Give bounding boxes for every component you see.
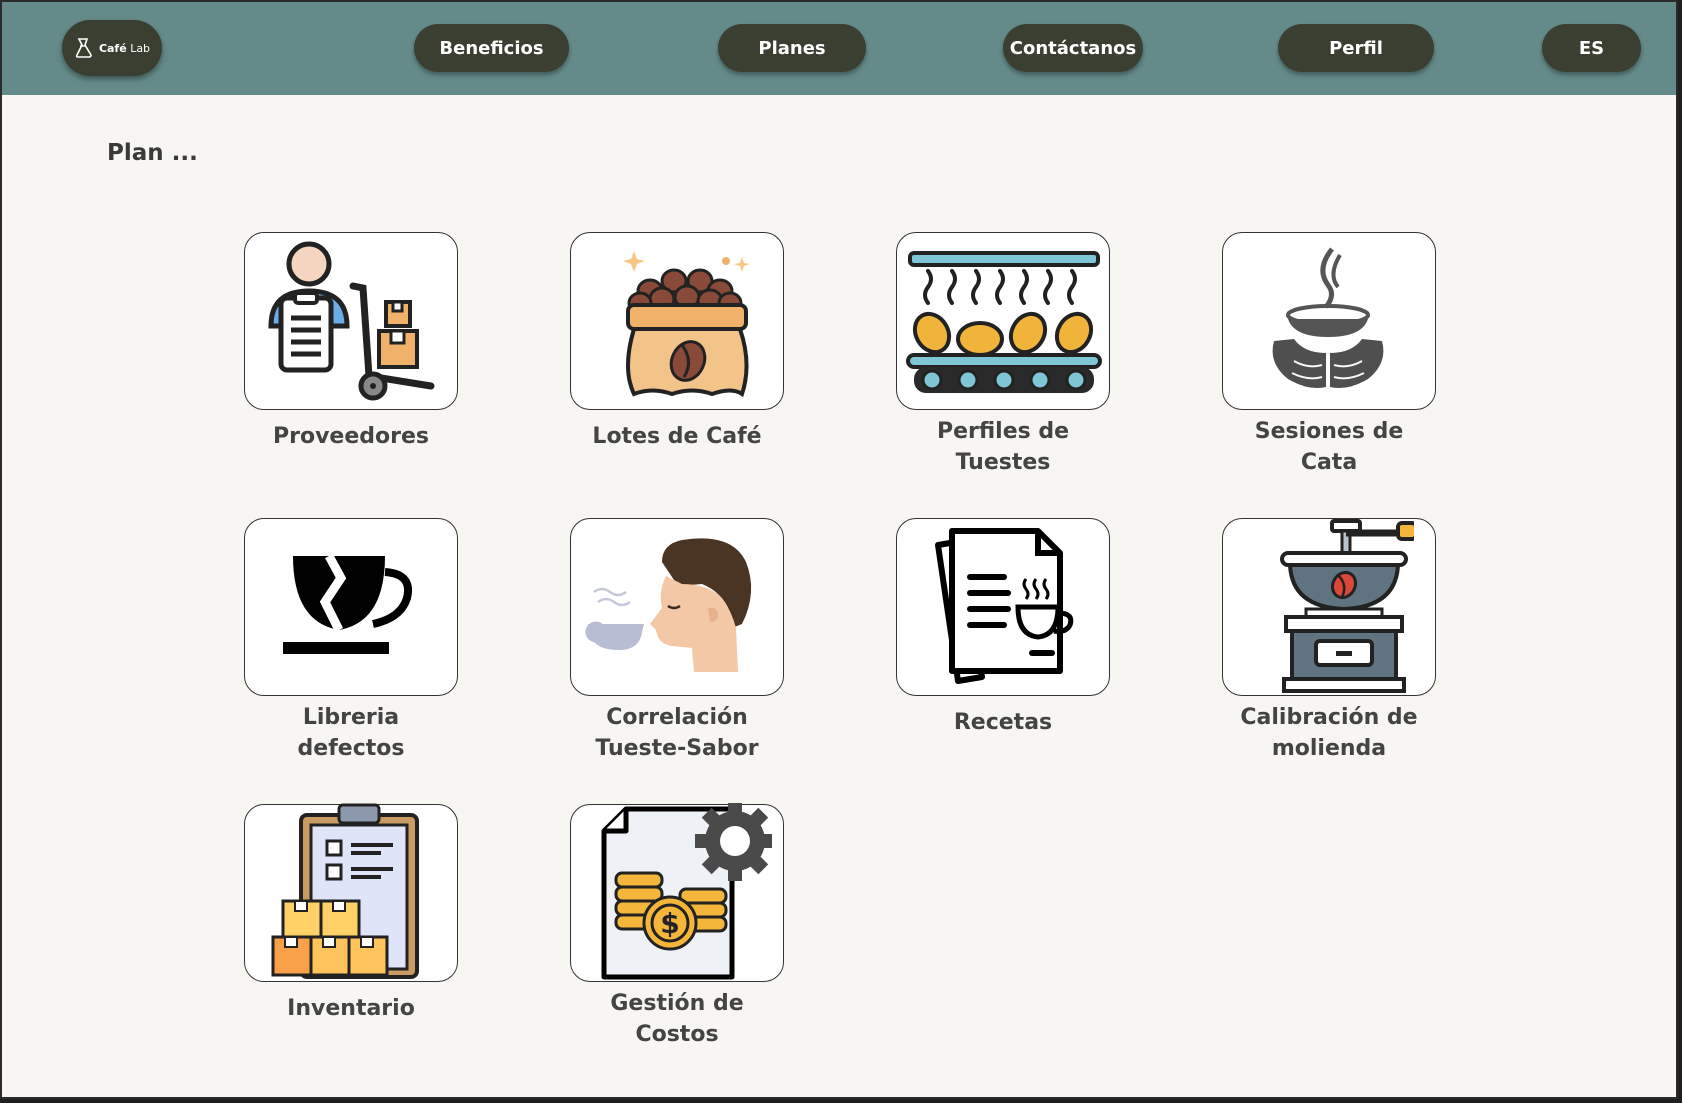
tile-card[interactable]	[1222, 232, 1436, 410]
tile-label: Gestión de Costos	[610, 991, 744, 1047]
tile-card[interactable]	[570, 518, 784, 696]
supplier-icon	[268, 241, 435, 401]
tile-label: Libreria defectos	[297, 705, 405, 761]
nav-planes[interactable]: Planes	[718, 24, 866, 72]
tile-card[interactable]: $	[570, 803, 784, 982]
top-navbar: Café Lab Beneficios Planes Contáctanos P…	[2, 2, 1676, 95]
tile-card[interactable]	[1222, 518, 1436, 696]
cost-management-icon: $	[601, 803, 772, 980]
coffee-bag-icon	[623, 250, 750, 397]
home-logo-button[interactable]: Café Lab	[62, 20, 162, 76]
logo-text: Café Lab	[98, 41, 151, 55]
tile-label: Perfiles de Tuestes	[936, 419, 1070, 475]
page-title: Plan ...	[107, 140, 198, 166]
app-window: Café Lab Beneficios Planes Contáctanos P…	[0, 0, 1678, 1099]
tile-card[interactable]	[896, 518, 1110, 696]
tile-lotes-de-cafe[interactable]: Lotes de Café	[570, 232, 784, 452]
language-selector[interactable]: ES	[1542, 24, 1641, 72]
tile-proveedores[interactable]: Proveedores	[244, 232, 458, 452]
tile-correlacion-tueste-sabor[interactable]: Correlación Tueste-Sabor	[570, 518, 784, 764]
tile-perfiles-de-tuestes[interactable]: Perfiles de Tuestes	[896, 232, 1110, 478]
svg-text:$: $	[660, 907, 679, 940]
tile-card[interactable]	[244, 518, 458, 696]
tile-recetas[interactable]: Recetas	[896, 518, 1110, 738]
tile-label: Calibración de molienda	[1240, 705, 1418, 761]
tile-card[interactable]	[244, 803, 458, 982]
chemex-icon	[75, 38, 92, 58]
tile-label: Lotes de Café	[592, 424, 762, 449]
tile-label: Correlación Tueste-Sabor	[595, 705, 759, 761]
tile-label: Proveedores	[273, 424, 429, 449]
coffee-grinder-icon	[1280, 519, 1414, 693]
recipe-document-icon	[935, 528, 1074, 684]
broken-cup-icon	[283, 553, 412, 654]
inventory-clipboard-icon	[271, 803, 419, 979]
tasting-face-icon	[585, 538, 752, 672]
tile-sesiones-de-cata[interactable]: Sesiones de Cata	[1222, 232, 1436, 478]
tile-calibracion-de-molienda[interactable]: Calibración de molienda	[1222, 518, 1436, 764]
tile-libreria-defectos[interactable]: Libreria defectos	[244, 518, 458, 764]
tile-card[interactable]	[244, 232, 458, 410]
tile-card[interactable]	[896, 232, 1110, 410]
roaster-conveyor-icon	[906, 251, 1102, 393]
cupping-hands-icon	[1272, 247, 1384, 388]
tile-label: Inventario	[287, 996, 415, 1021]
tile-label: Recetas	[953, 710, 1053, 735]
nav-beneficios[interactable]: Beneficios	[414, 24, 569, 72]
tile-card[interactable]	[570, 232, 784, 410]
tile-gestion-de-costos[interactable]: $ Gestión de Costos	[570, 803, 784, 1050]
nav-perfil[interactable]: Perfil	[1278, 24, 1434, 72]
tile-label: Sesiones de Cata	[1254, 419, 1404, 475]
tile-inventario[interactable]: Inventario	[244, 803, 458, 1024]
nav-contactanos[interactable]: Contáctanos	[1003, 24, 1143, 72]
